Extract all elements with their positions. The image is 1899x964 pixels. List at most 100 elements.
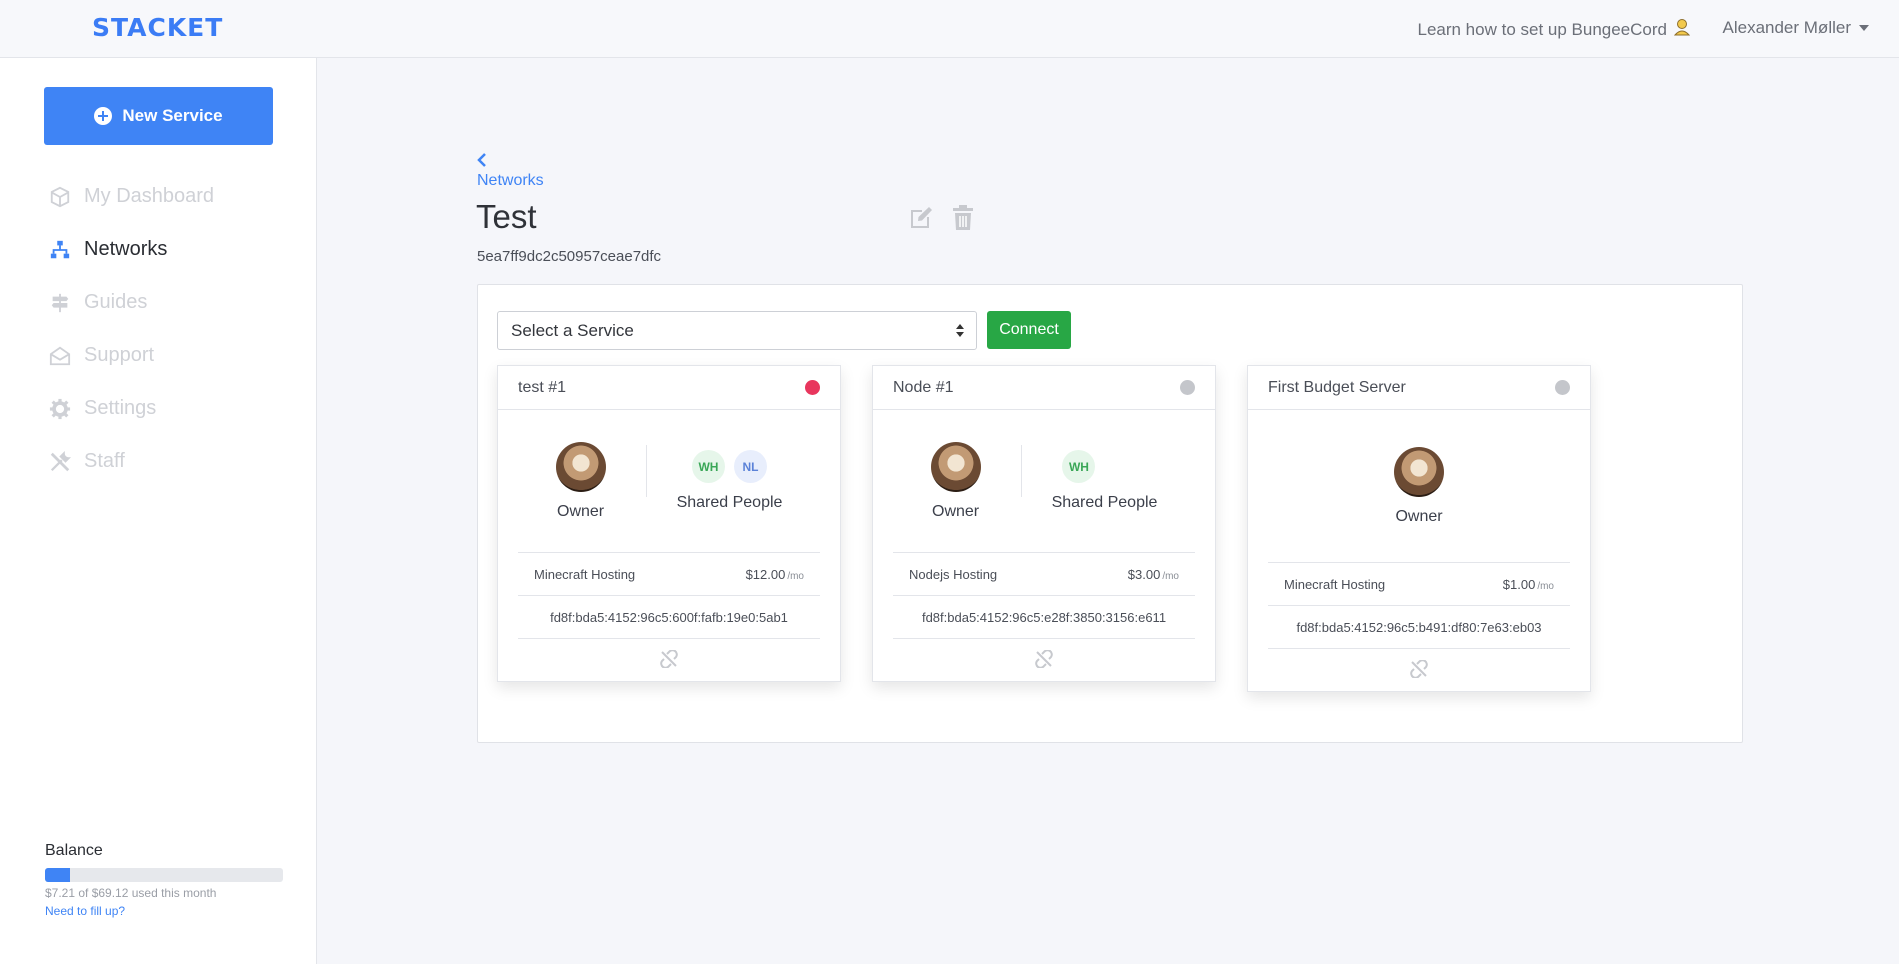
person-emoji-icon: [1673, 18, 1691, 41]
service-card: test #1 Owner WH NL Shared People Minecr…: [497, 365, 841, 682]
connect-button[interactable]: Connect: [987, 311, 1071, 349]
service-plan-row: Minecraft Hosting $1.00/mo: [1268, 562, 1570, 605]
status-dot: [1180, 380, 1195, 395]
gear-icon: [48, 397, 72, 421]
shared-person-chip[interactable]: WH: [1062, 450, 1096, 483]
shared-people: WH NL Shared People: [676, 450, 783, 512]
service-type: Minecraft Hosting: [534, 566, 636, 582]
sidebar-item-label: Staff: [84, 450, 125, 472]
sidebar-item-my-dashboard[interactable]: My Dashboard: [48, 170, 214, 223]
balance-progress-fill: [45, 868, 70, 882]
sidebar-nav: My Dashboard Networks Guides Support Set…: [48, 170, 214, 488]
owner-avatar[interactable]: [930, 441, 981, 492]
service-name: test #1: [518, 378, 567, 396]
balance-label: Balance: [45, 842, 103, 859]
top-bar: STACKET Learn how to set up BungeeCord A…: [0, 0, 1899, 58]
owner: Owner: [1394, 446, 1444, 526]
service-address-row: fd8f:bda5:4152:96c5:b491:df80:7e63:eb03: [1268, 605, 1570, 648]
service-address-row: fd8f:bda5:4152:96c5:e28f:3850:3156:e611: [893, 595, 1195, 638]
shared-person-chip[interactable]: WH: [691, 450, 725, 483]
service-address: fd8f:bda5:4152:96c5:e28f:3850:3156:e611: [921, 609, 1167, 625]
owner: Owner: [930, 441, 981, 521]
sidebar: New Service My Dashboard Networks Guides…: [0, 58, 317, 964]
owner-label: Owner: [1395, 507, 1443, 525]
disconnect-row: [893, 638, 1195, 681]
shared-people-label: Shared People: [676, 494, 783, 511]
owner-avatar[interactable]: [555, 441, 606, 492]
sidebar-item-networks[interactable]: Networks: [48, 223, 214, 276]
status-dot: [805, 380, 820, 395]
people-divider: [645, 445, 647, 497]
service-card: Node #1 Owner WH Shared People Nodejs Ho…: [872, 365, 1216, 682]
balance-widget: Balance $7.21 of $69.12 used this month …: [45, 842, 283, 918]
sidebar-item-label: Guides: [84, 291, 148, 313]
edit-icon[interactable]: [907, 204, 935, 232]
breadcrumb-networks[interactable]: Networks: [477, 172, 544, 190]
trash-icon[interactable]: [949, 204, 977, 232]
page-title: Test: [476, 198, 537, 235]
people-section: Owner WH Shared People: [893, 410, 1195, 552]
service-address-row: fd8f:bda5:4152:96c5:600f:fafb:19e0:5ab1: [518, 595, 820, 638]
bungeecord-help-link[interactable]: Learn how to set up BungeeCord: [1417, 18, 1691, 41]
status-dot: [1555, 380, 1570, 395]
service-price: $1.00/mo: [1502, 576, 1554, 592]
service-name: Node #1: [893, 378, 954, 396]
box-icon: [48, 185, 72, 209]
tools-icon: [48, 450, 72, 474]
people-divider: [1020, 445, 1022, 497]
shared-people: WH Shared People: [1051, 450, 1158, 512]
sidebar-item-label: Settings: [84, 397, 157, 419]
card-header: test #1: [498, 366, 840, 410]
stacket-logo[interactable]: STACKET: [92, 13, 223, 42]
card-header: Node #1: [873, 366, 1215, 410]
chevron-down-icon[interactable]: [1859, 25, 1869, 31]
sidebar-item-label: Networks: [84, 238, 168, 260]
service-price: $3.00/mo: [1127, 566, 1179, 582]
balance-used-text: $7.21 of $69.12 used this month: [45, 886, 217, 900]
chevron-left-icon[interactable]: [476, 152, 488, 168]
sidebar-item-settings[interactable]: Settings: [48, 382, 214, 435]
unlink-icon[interactable]: [660, 648, 678, 671]
shared-person-chip[interactable]: NL: [733, 450, 767, 483]
disconnect-row: [518, 638, 820, 681]
service-card: First Budget Server Owner Minecraft Host…: [1247, 365, 1591, 692]
sidebar-item-guides[interactable]: Guides: [48, 276, 214, 329]
network-services-panel: Select a Service Connect test #1 Owner W…: [477, 284, 1743, 743]
service-name: First Budget Server: [1268, 378, 1406, 396]
owner-label: Owner: [557, 502, 605, 520]
select-arrows-icon: [956, 324, 964, 337]
envelope-open-icon: [48, 344, 72, 368]
shared-people-label: Shared People: [1051, 494, 1158, 511]
service-select[interactable]: Select a Service: [497, 311, 977, 350]
service-select-value: Select a Service: [511, 320, 634, 340]
new-service-label: New Service: [122, 106, 223, 125]
user-name[interactable]: Alexander Møller: [1723, 18, 1852, 38]
sidebar-item-label: Support: [84, 344, 155, 366]
service-address: fd8f:bda5:4152:96c5:b491:df80:7e63:eb03: [1296, 619, 1542, 635]
help-link-text[interactable]: Learn how to set up BungeeCord: [1417, 20, 1667, 40]
user-menu[interactable]: Alexander Møller: [1723, 18, 1869, 38]
sidebar-item-label: My Dashboard: [84, 185, 215, 207]
card-header: First Budget Server: [1248, 366, 1590, 410]
people-section: Owner: [1268, 410, 1570, 562]
service-price: $12.00/mo: [745, 566, 804, 582]
service-type: Nodejs Hosting: [909, 566, 998, 582]
owner-avatar[interactable]: [1394, 446, 1444, 497]
sidebar-item-support[interactable]: Support: [48, 329, 214, 382]
plus-circle-icon: [94, 107, 113, 125]
service-address: fd8f:bda5:4152:96c5:600f:fafb:19e0:5ab1: [550, 609, 788, 625]
service-type: Minecraft Hosting: [1284, 576, 1386, 592]
unlink-icon[interactable]: [1035, 648, 1053, 671]
owner: Owner: [555, 441, 606, 521]
network-id: 5ea7ff9dc2c50957ceae7dfc: [477, 248, 662, 265]
service-plan-row: Nodejs Hosting $3.00/mo: [893, 552, 1195, 595]
people-section: Owner WH NL Shared People: [518, 410, 820, 552]
new-service-button[interactable]: New Service: [44, 87, 273, 145]
sidebar-item-staff[interactable]: Staff: [48, 435, 214, 488]
title-actions: [907, 204, 977, 232]
unlink-icon[interactable]: [1410, 658, 1428, 681]
balance-progress-bar: [45, 868, 283, 882]
signpost-icon: [48, 291, 72, 315]
disconnect-row: [1268, 648, 1570, 691]
fill-up-link[interactable]: Need to fill up?: [45, 904, 283, 918]
